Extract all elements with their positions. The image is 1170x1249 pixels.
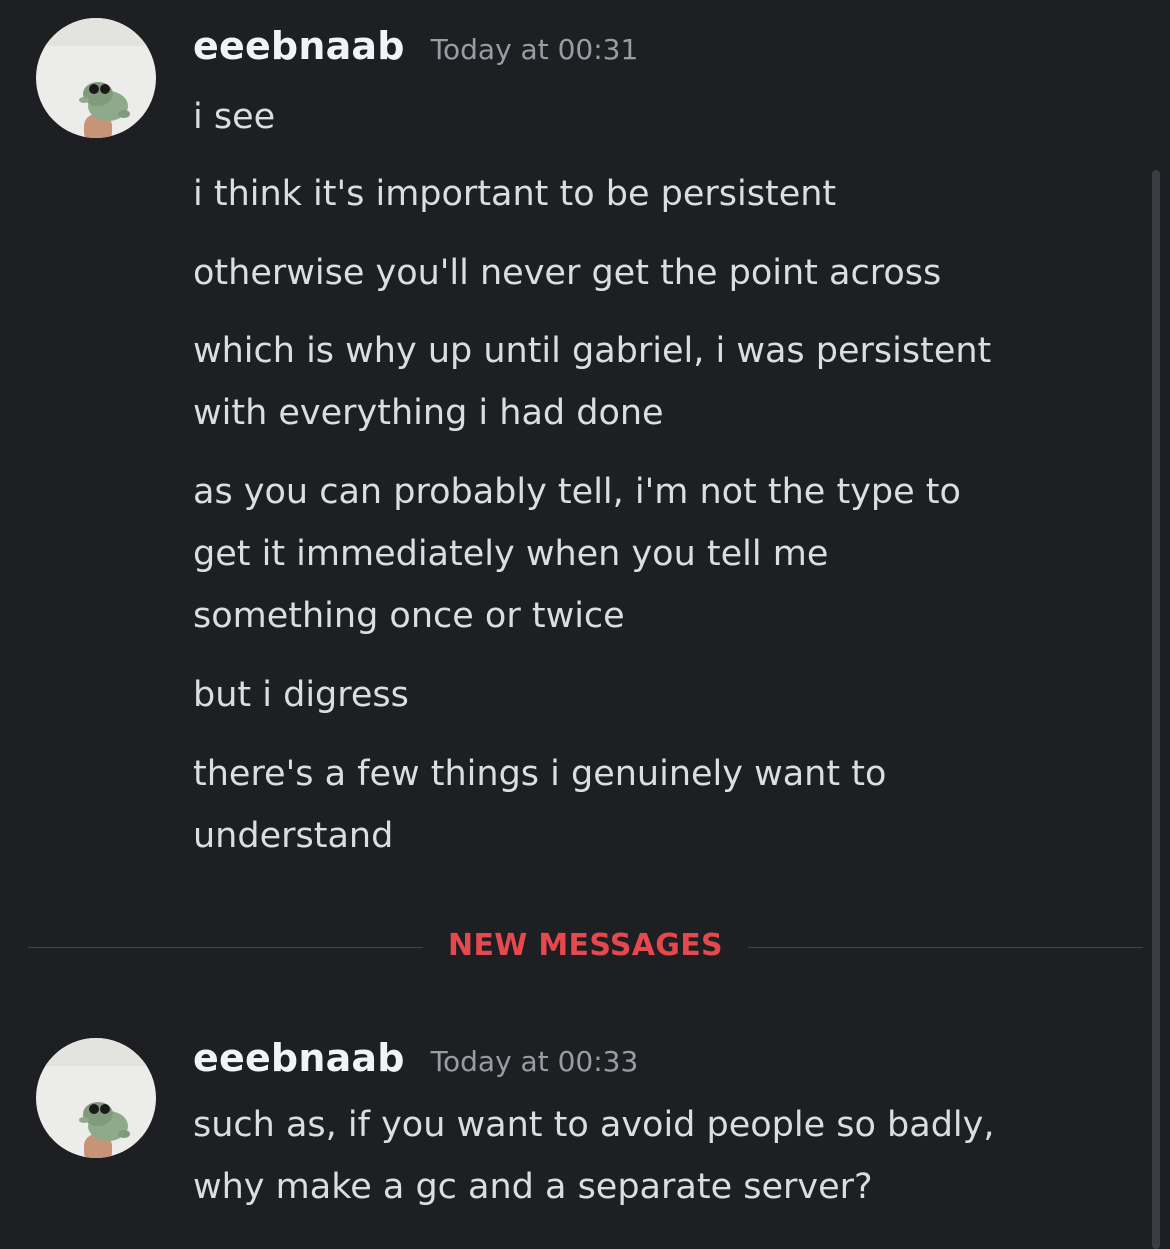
new-messages-divider: NEW MESSAGES — [28, 920, 1143, 976]
message-text: there's a few things i genuinely want to… — [193, 754, 887, 856]
frog-avatar-icon — [36, 18, 156, 138]
username[interactable]: eeebnaab — [193, 1036, 405, 1080]
timestamp[interactable]: Today at 00:33 — [431, 1045, 639, 1078]
message-header: eeebnaab Today at 00:31 — [193, 24, 638, 68]
scrollbar[interactable] — [1152, 170, 1160, 1249]
message-text: i see — [193, 97, 276, 137]
message-text: i think it's important to be persistent — [193, 174, 837, 214]
message-text: as you can probably tell, i'm not the ty… — [193, 472, 961, 636]
message-text: such as, if you want to avoid people so … — [193, 1105, 995, 1207]
message-text: which is why up until gabriel, i was per… — [193, 331, 992, 433]
timestamp[interactable]: Today at 00:31 — [431, 33, 639, 66]
avatar[interactable] — [36, 1038, 156, 1158]
avatar[interactable] — [36, 18, 156, 138]
message-header: eeebnaab Today at 00:33 — [193, 1036, 638, 1080]
message-text: but i digress — [193, 675, 409, 715]
frog-avatar-icon — [36, 1038, 156, 1158]
divider-rule — [748, 947, 1143, 948]
chat-view: eeebnaab Today at 00:31 i see i think it… — [0, 0, 1170, 1249]
new-messages-label: NEW MESSAGES — [448, 928, 723, 963]
message-text: otherwise you'll never get the point acr… — [193, 253, 942, 293]
username[interactable]: eeebnaab — [193, 24, 405, 68]
